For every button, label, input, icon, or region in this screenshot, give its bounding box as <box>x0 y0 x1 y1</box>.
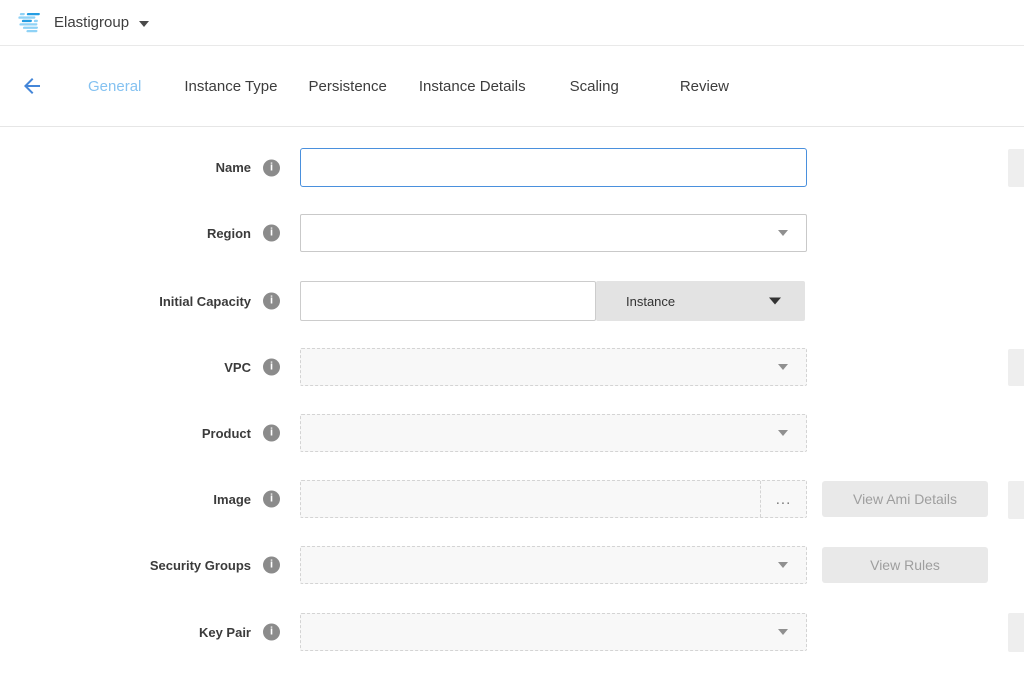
initial-capacity-input[interactable] <box>300 281 596 321</box>
region-label: Region <box>0 214 251 252</box>
wizard-tabbar: General Instance Type Persistence Instan… <box>0 46 1024 127</box>
app-switcher[interactable]: Elastigroup <box>54 14 149 31</box>
clipped-edge-element <box>1008 349 1024 386</box>
capacity-unit-select[interactable]: Instance <box>596 281 805 321</box>
topbar: Elastigroup <box>0 0 1024 46</box>
app-title: Elastigroup <box>54 14 129 31</box>
clipped-edge-element <box>1008 481 1024 519</box>
browse-ami-button: ... <box>760 481 806 517</box>
chevron-down-icon <box>778 562 788 568</box>
info-icon[interactable]: i <box>263 557 280 574</box>
caret-down-icon <box>139 21 149 27</box>
tab-instance-type[interactable]: Instance Type <box>184 78 277 95</box>
chevron-down-icon <box>778 629 788 635</box>
info-icon[interactable]: i <box>263 159 280 176</box>
product-label: Product <box>0 414 251 452</box>
info-icon[interactable]: i <box>263 293 280 310</box>
security-groups-label: Security Groups <box>0 546 251 584</box>
chevron-down-icon <box>778 364 788 370</box>
chevron-down-icon <box>769 298 781 305</box>
name-label: Name <box>0 148 251 187</box>
product-select-disabled <box>300 414 807 452</box>
form-row-key-pair: Key Pair i <box>0 613 1024 651</box>
form-row-product: Product i <box>0 414 1024 452</box>
region-select[interactable] <box>300 214 807 252</box>
form-row-name: Name i <box>0 148 1024 187</box>
tab-review[interactable]: Review <box>680 78 729 95</box>
name-input[interactable] <box>300 148 807 187</box>
tab-persistence[interactable]: Persistence <box>309 78 387 95</box>
info-icon[interactable]: i <box>263 491 280 508</box>
info-icon[interactable]: i <box>263 359 280 376</box>
vpc-select-disabled <box>300 348 807 386</box>
chevron-down-icon <box>778 230 788 236</box>
chevron-down-icon <box>778 430 788 436</box>
wizard-tabs: General Instance Type Persistence Instan… <box>88 46 729 126</box>
key-pair-label: Key Pair <box>0 613 251 651</box>
clipped-edge-element <box>1008 149 1024 187</box>
form-row-image: Image i ... View Ami Details <box>0 480 1024 518</box>
tab-instance-details[interactable]: Instance Details <box>419 78 526 95</box>
elastigroup-logo-icon <box>16 13 42 33</box>
form-row-vpc: VPC i <box>0 348 1024 386</box>
form-row-initial-capacity: Initial Capacity i Instance <box>0 281 1024 321</box>
clipped-edge-element <box>1008 613 1024 652</box>
view-rules-button: View Rules <box>822 547 988 583</box>
initial-capacity-label: Initial Capacity <box>0 281 251 321</box>
vpc-label: VPC <box>0 348 251 386</box>
info-icon[interactable]: i <box>263 425 280 442</box>
view-ami-details-button: View Ami Details <box>822 481 988 517</box>
form-row-security-groups: Security Groups i View Rules <box>0 546 1024 584</box>
tab-scaling[interactable]: Scaling <box>570 78 619 95</box>
back-button[interactable] <box>20 74 44 98</box>
info-icon[interactable]: i <box>263 225 280 242</box>
image-input-disabled: ... <box>300 480 807 518</box>
elastigroup-create-wizard: Elastigroup General Instance Type Persis… <box>0 0 1024 688</box>
tab-general[interactable]: General <box>88 78 141 95</box>
key-pair-select-disabled <box>300 613 807 651</box>
security-groups-select-disabled <box>300 546 807 584</box>
image-label: Image <box>0 480 251 518</box>
info-icon[interactable]: i <box>263 624 280 641</box>
capacity-unit-value: Instance <box>626 294 675 309</box>
form-row-region: Region i <box>0 214 1024 252</box>
